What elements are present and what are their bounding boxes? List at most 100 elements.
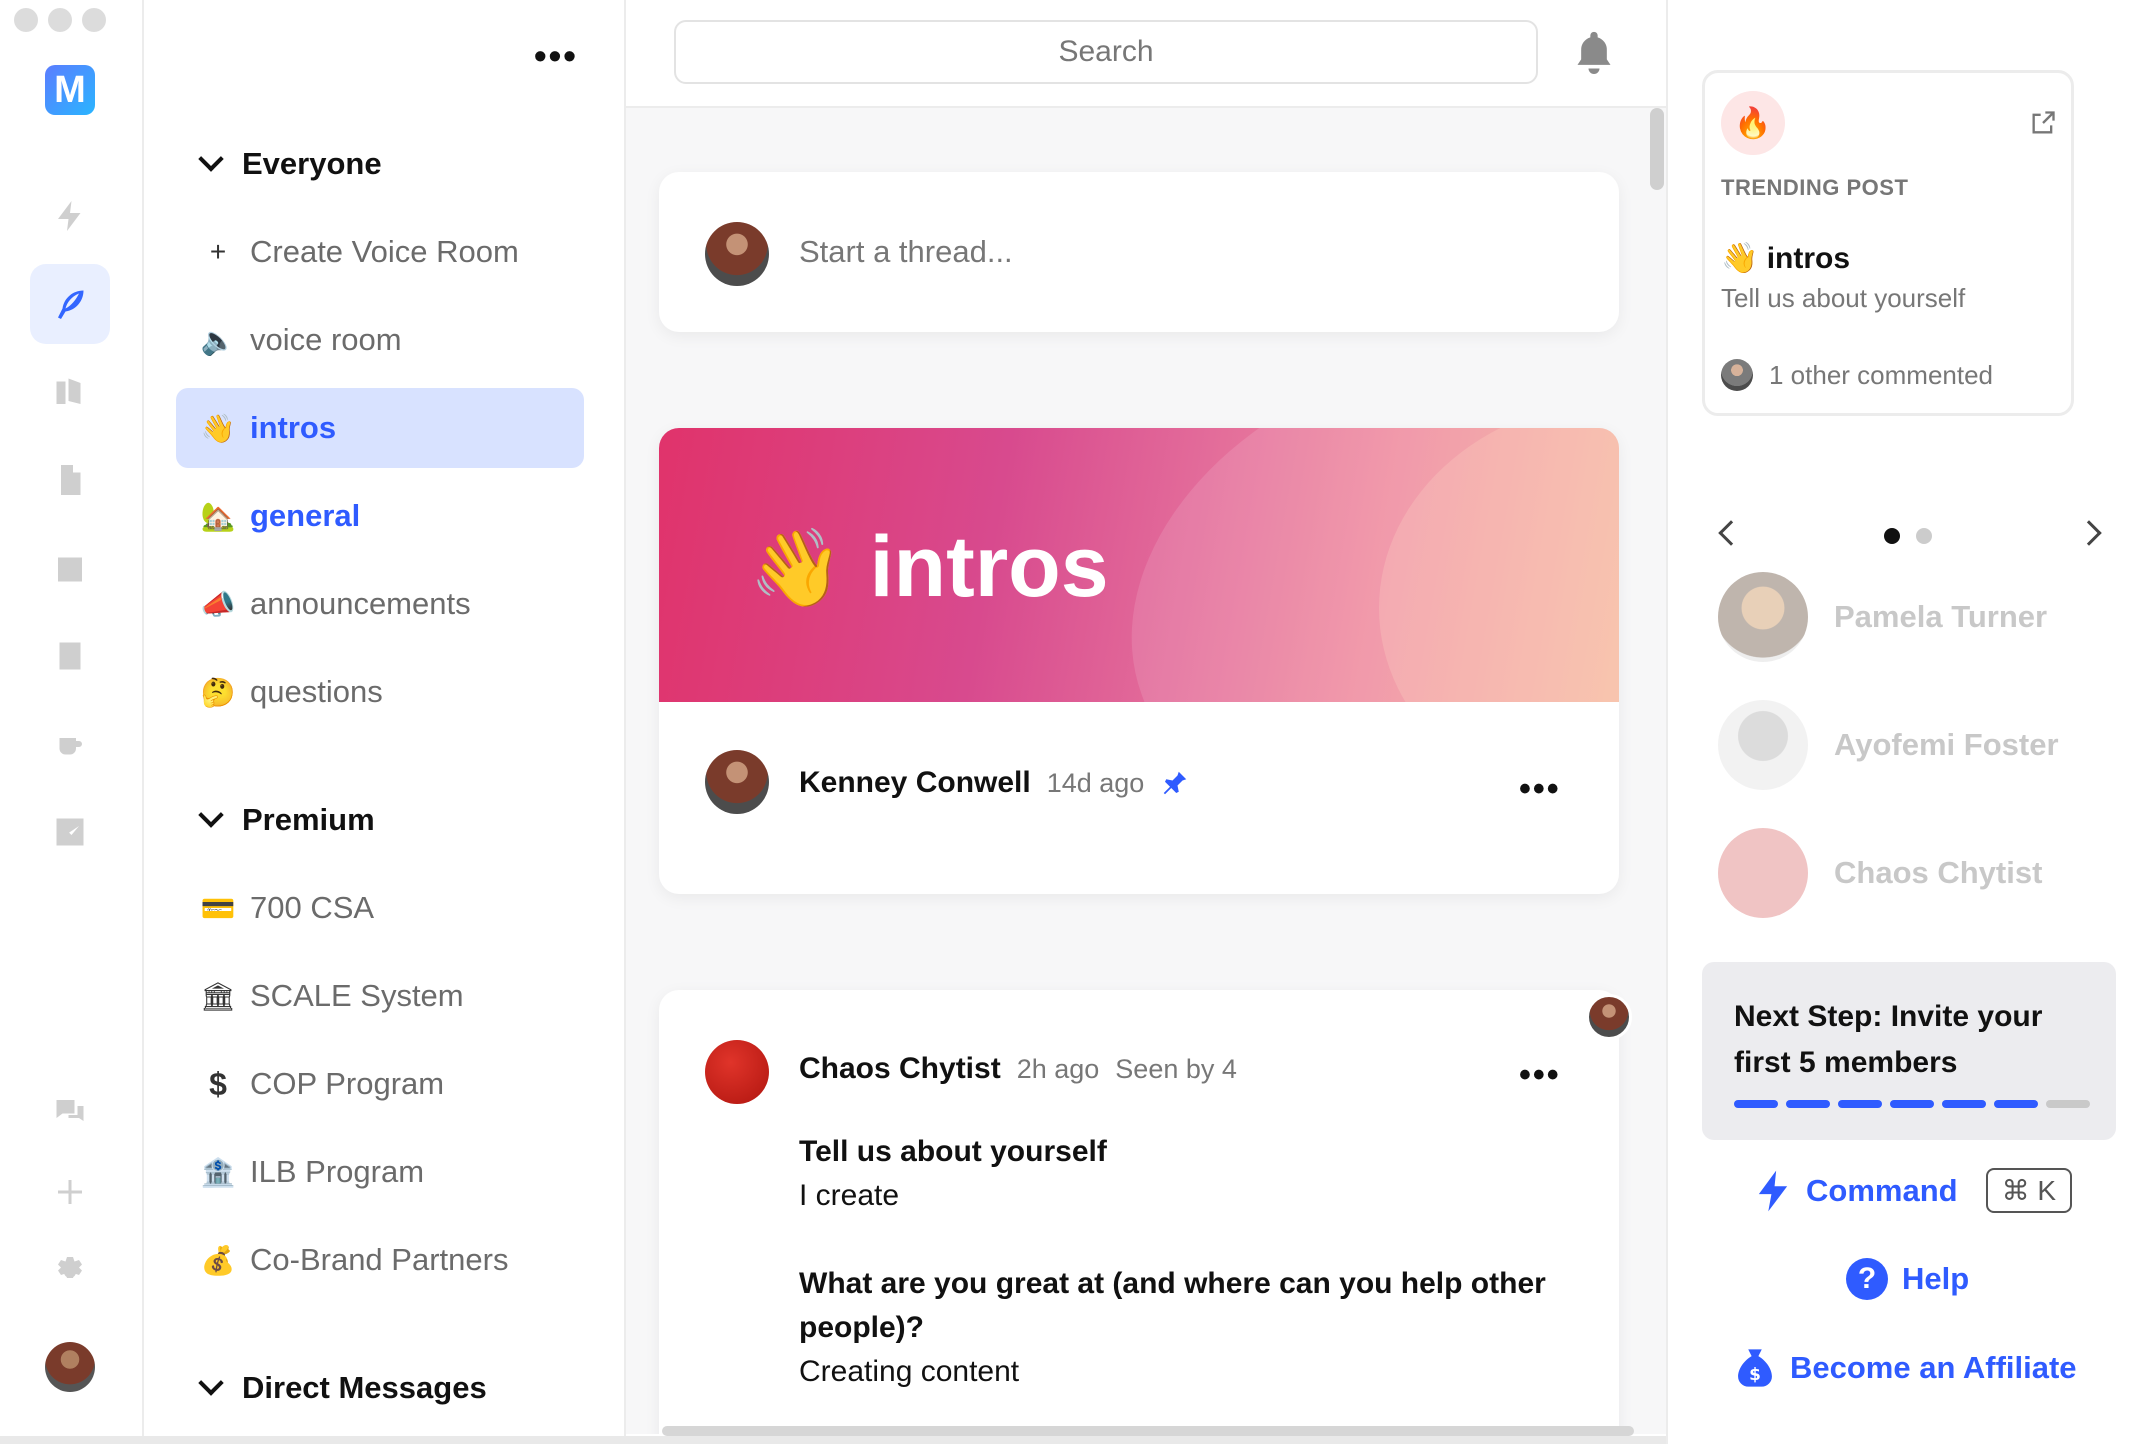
progress-segment (1942, 1100, 1986, 1108)
channel-cop-program[interactable]: $ COP Program (176, 1044, 584, 1124)
trending-post-card[interactable]: 🔥 TRENDING POST 👋 intros Tell us about y… (1702, 70, 2074, 416)
plus-icon[interactable] (30, 1152, 110, 1232)
progress-segment (1838, 1100, 1882, 1108)
channel-voice-room[interactable]: 🔈 voice room (176, 300, 584, 380)
calendar-icon[interactable] (30, 528, 110, 608)
channel-ilb-program[interactable]: 🏦 ILB Program (176, 1132, 584, 1212)
channel-announcements[interactable]: 📣 announcements (176, 564, 584, 644)
channel-questions[interactable]: 🤔 questions (176, 652, 584, 732)
comment-count: 1 other commented (1769, 359, 1994, 390)
svg-text:$: $ (1749, 1364, 1761, 1384)
close-window-button[interactable] (14, 8, 38, 32)
feed-vertical-scrollbar[interactable] (1650, 108, 1664, 190)
carousel-prev-button[interactable] (1718, 520, 1744, 546)
post-card[interactable]: Chaos Chytist 2h ago Seen by 4 ••• Tell … (659, 990, 1619, 1434)
section-everyone[interactable]: Everyone (198, 146, 382, 182)
channel-sidebar: ••• Everyone + Create Voice Room 🔈 voice… (144, 0, 626, 1444)
lightning-icon (1758, 1170, 1788, 1211)
seen-by-count[interactable]: Seen by 4 (1115, 1054, 1237, 1085)
channel-700-csa[interactable]: 💳 700 CSA (176, 868, 584, 948)
zoom-window-button[interactable] (82, 8, 106, 32)
channel-co-brand-partners[interactable]: 💰 Co-Brand Partners (176, 1220, 584, 1300)
document-icon[interactable] (30, 440, 110, 520)
chat-bubbles-icon[interactable] (30, 1072, 110, 1152)
chevron-down-icon (198, 146, 224, 172)
user-avatar[interactable] (45, 1342, 95, 1392)
contacts-icon[interactable] (30, 616, 110, 696)
carousel-dot[interactable] (1916, 528, 1932, 544)
waving-hand-icon: 👋 (200, 412, 236, 444)
member-name: Pamela Turner (1834, 599, 2048, 634)
section-premium[interactable]: Premium (198, 802, 375, 838)
window-controls (14, 8, 106, 32)
progress-segment (1890, 1100, 1934, 1108)
create-voice-room-button[interactable]: + Create Voice Room (176, 212, 584, 292)
waving-hand-icon: 👋 (1721, 242, 1759, 275)
member-row[interactable]: Chaos Chytist (1718, 828, 2042, 918)
question-1: Tell us about yourself (799, 1135, 1107, 1168)
section-title: Everyone (242, 146, 382, 181)
progress-segment (2046, 1100, 2090, 1108)
post-more-button[interactable]: ••• (1519, 1058, 1561, 1092)
feather-icon[interactable] (30, 264, 110, 344)
app-logo[interactable]: M (45, 65, 95, 115)
channel-banner: 👋 intros (659, 428, 1619, 702)
post-more-button[interactable]: ••• (1519, 772, 1561, 806)
feed: Start a thread... 👋 intros Kenney Conwel… (626, 108, 1666, 1434)
post-header: Chaos Chytist 2h ago Seen by 4 (799, 1052, 1237, 1086)
coffee-icon[interactable] (30, 704, 110, 784)
lightning-icon[interactable] (30, 176, 110, 256)
author-avatar[interactable] (705, 1040, 769, 1104)
progress-segment (1734, 1100, 1778, 1108)
channel-intros[interactable]: 👋 intros (176, 388, 584, 468)
answer-2: Creating content (799, 1355, 1020, 1388)
member-name: Chaos Chytist (1834, 855, 2043, 890)
channel-general[interactable]: 🏡 general (176, 476, 584, 556)
carousel-next-button[interactable] (2076, 520, 2102, 546)
carousel-dot[interactable] (1884, 528, 1900, 544)
command-label: Command (1806, 1172, 1958, 1208)
thread-input[interactable]: Start a thread... (799, 234, 1013, 270)
house-icon: 🏡 (200, 500, 236, 532)
money-bag-icon: $ (1738, 1349, 1772, 1387)
search-input[interactable]: Search (674, 20, 1538, 84)
author-name[interactable]: Chaos Chytist (799, 1052, 1001, 1086)
help-icon: ? (1846, 1258, 1888, 1300)
library-icon[interactable] (30, 352, 110, 432)
channel-label: Co-Brand Partners (250, 1242, 509, 1277)
new-thread-card[interactable]: Start a thread... (659, 172, 1619, 332)
author-avatar[interactable] (705, 750, 769, 814)
sidebar-more-button[interactable]: ••• (534, 38, 578, 74)
member-row[interactable]: Ayofemi Foster (1718, 700, 2059, 790)
member-avatar (1718, 700, 1808, 790)
external-link-icon[interactable] (2029, 109, 2057, 137)
analytics-icon[interactable] (30, 792, 110, 872)
trending-subtitle: Tell us about yourself (1721, 283, 1966, 313)
carousel-dots (1884, 528, 1932, 544)
member-row[interactable]: Pamela Turner (1718, 572, 2047, 662)
post-header: Kenney Conwell 14d ago (799, 766, 1190, 800)
dollar-sign-icon: $ (209, 1065, 227, 1102)
section-direct-messages[interactable]: Direct Messages (198, 1370, 487, 1406)
minimize-window-button[interactable] (48, 8, 72, 32)
channel-label: general (250, 498, 361, 533)
progress-segment (1994, 1100, 2038, 1108)
pinned-post-card[interactable]: 👋 intros Kenney Conwell 14d ago ••• (659, 428, 1619, 894)
banner-title: 👋 intros (749, 518, 1109, 617)
feed-horizontal-scrollbar[interactable] (662, 1426, 1634, 1436)
help-button[interactable]: ? Help (1846, 1258, 1969, 1300)
trending-footer: 1 other commented (1721, 359, 1993, 391)
trending-title[interactable]: 👋 intros (1721, 241, 1850, 276)
command-button[interactable]: Command ⌘ K (1754, 1168, 2073, 1213)
channel-scale-system[interactable]: 🏛 SCALE System (176, 956, 584, 1036)
author-name[interactable]: Kenney Conwell (799, 766, 1031, 800)
trending-title-text: intros (1766, 242, 1851, 275)
settings-gear-icon[interactable] (30, 1232, 110, 1312)
notifications-bell-icon[interactable] (1572, 28, 1616, 76)
plus-icon: + (209, 236, 227, 267)
next-step-card[interactable]: Next Step: Invite your first 5 members (1702, 962, 2116, 1140)
member-name: Ayofemi Foster (1834, 727, 2059, 762)
command-shortcut: ⌘ K (1985, 1168, 2073, 1213)
become-affiliate-button[interactable]: $ Become an Affiliate (1734, 1346, 2077, 1390)
